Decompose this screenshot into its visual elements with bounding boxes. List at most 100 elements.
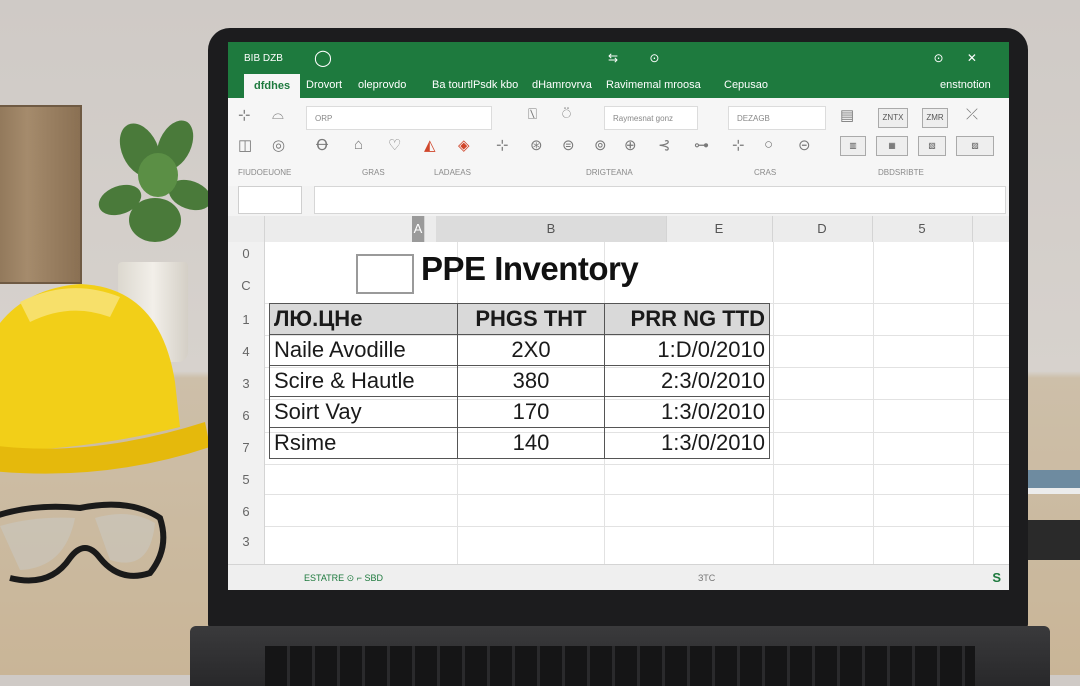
ppe-table: ЛЮ.ЦНе РНGS TНТ РRR NG ТТD Naile Avodill… [269,303,770,459]
group-label-cells: DBDSRIBTE [878,168,924,177]
cut-icon[interactable]: ⌓ [272,106,284,123]
format-painter-icon[interactable]: ◎ [272,136,285,154]
row-header[interactable]: 3 [228,376,264,391]
conditional-format-icon[interactable]: ⊝ [798,136,811,154]
table-icon[interactable]: ▤ [840,106,854,124]
title-bar-controls[interactable]: ⇆ ⊙ [608,51,673,65]
app-logo-icon: ◯ [314,50,332,67]
notebooks [1020,470,1080,560]
header-item[interactable]: ЛЮ.ЦНе [269,303,458,335]
cell-quantity[interactable]: 2X0 [457,334,605,366]
keyboard [265,646,975,686]
group-label-clipboard: FIUDOEUONE [238,168,292,177]
column-headers: A B E D 5 [228,216,1009,243]
formula-bar [228,186,1009,217]
column-header-d[interactable]: D [772,216,873,242]
status-text: ЗТС [698,573,716,583]
group-label-alignment: LADAEAS [434,168,471,177]
tab-4[interactable]: Ba tourtlPsdk kbo [432,79,518,91]
spreadsheet-grid[interactable]: PPE Inventory ЛЮ.ЦНе РНGS TНТ РRR NG ТТD… [228,242,1009,564]
tab-5[interactable]: dHamrovrva [532,79,592,91]
delete-button[interactable]: ▦ [876,136,908,156]
merge-icon[interactable]: ⊕ [624,136,637,154]
tab-account[interactable]: enstnotion [940,79,991,91]
sheet-tabs[interactable]: ESTATRE ⊙ ⌐ SВD [304,573,383,584]
tab-7[interactable]: Cepusao [724,79,768,91]
align-center-icon[interactable]: ⊛ [530,136,543,154]
row-header[interactable]: 1 [228,312,264,327]
decrease-decimal-icon[interactable]: ○ [764,136,773,153]
cell-date[interactable]: 1:3/0/2010 [604,396,770,428]
group-label-font: GRAS [362,168,385,177]
window-title: BIB DZB [244,53,283,64]
row-header[interactable]: 7 [228,440,264,455]
formula-input[interactable] [314,186,1006,214]
column-header-b[interactable]: B [436,216,667,242]
number-format-box[interactable]: DEZAGB [728,106,826,130]
row-header[interactable]: 4 [228,344,264,359]
tab-6[interactable]: Ravimemal mroosa [606,79,701,91]
tab-3[interactable]: oleprovdo [358,79,406,91]
row-header[interactable]: C [228,278,264,293]
cell-item[interactable]: Rsime [269,427,458,459]
cell-item[interactable]: Soirt Vay [269,396,458,428]
italic-icon[interactable]: ⌂ [354,136,363,153]
zoom-icon[interactable]: S [992,570,1001,585]
style-box[interactable]: Raymesnat gonz [604,106,698,130]
comma-icon[interactable]: ⊶ [694,136,709,154]
fill-color-icon[interactable]: ◭ [424,136,436,154]
sheet-title: PPE Inventory [421,250,639,287]
sort-icon[interactable]: ⤫ [966,106,978,123]
cell-quantity[interactable]: 380 [457,365,605,397]
title-cell-checkbox[interactable] [356,254,414,294]
row-header[interactable]: 6 [228,408,264,423]
ribbon-tabs: dfdhes Drovort oleprovdo Ba tourtlPsdk k… [228,74,1009,98]
cell-date[interactable]: 1:3/0/2010 [604,427,770,459]
select-all-corner[interactable] [228,216,265,242]
column-header-a[interactable]: A [412,216,425,242]
copy-icon[interactable]: ◫ [238,136,252,154]
table-row: Scire & Hautle 380 2:3/0/2010 [269,365,770,397]
editing-button[interactable]: ▨ [956,136,994,156]
format-button-1[interactable]: ZNTX [878,108,908,128]
window-controls[interactable]: ⊙ ✕ [934,51,987,65]
insert-button[interactable]: ▥ [840,136,866,156]
format-button-2[interactable]: ZMR [922,108,948,128]
tab-home[interactable]: dfdhes [244,74,301,98]
cell-quantity[interactable]: 140 [457,427,605,459]
paste-icon[interactable]: ⊹ [238,106,251,124]
font-size-up-icon[interactable]: ⍂ [528,106,537,123]
tab-2[interactable]: Drovort [306,79,342,91]
align-right-icon[interactable]: ⊜ [562,136,575,154]
table-row: Soirt Vay 170 1:3/0/2010 [269,396,770,428]
format-button[interactable]: ▧ [918,136,946,156]
header-date[interactable]: РRR NG ТТD [604,303,770,335]
align-left-icon[interactable]: ⊹ [496,136,509,154]
row-header[interactable]: 6 [228,504,264,519]
column-header-5[interactable]: 5 [872,216,973,242]
cell-date[interactable]: 1:D/0/2010 [604,334,770,366]
row-header[interactable]: 5 [228,472,264,487]
font-size-down-icon[interactable]: ⍥ [562,106,571,123]
safety-glasses-icon [0,501,167,584]
cell-date[interactable]: 2:3/0/2010 [604,365,770,397]
cell-item[interactable]: Naile Avodille [269,334,458,366]
row-header[interactable]: 3 [228,534,264,549]
font-color-icon[interactable]: ◈ [458,136,470,154]
row-headers: 0 C 1 4 3 6 7 5 6 3 [228,242,265,564]
cell-item[interactable]: Scire & Hautle [269,365,458,397]
cell-quantity[interactable]: 170 [457,396,605,428]
status-bar: ESTATRE ⊙ ⌐ SВD ЗТС S [228,564,1009,590]
bold-icon[interactable]: Ꝋ [316,136,328,154]
table-header-row: ЛЮ.ЦНе РНGS TНТ РRR NG ТТD [269,303,770,335]
name-box[interactable] [238,186,302,214]
wrap-icon[interactable]: ⊚ [594,136,607,154]
font-name-box[interactable]: ORP [306,106,492,130]
percent-icon[interactable]: ⊰ [658,136,671,154]
table-row: Rsime 140 1:3/0/2010 [269,427,770,459]
column-header-e[interactable]: E [666,216,773,242]
underline-icon[interactable]: ♡ [388,136,401,154]
row-header[interactable]: 0 [228,246,264,261]
increase-decimal-icon[interactable]: ⊹ [732,136,745,154]
header-quantity[interactable]: РНGS TНТ [457,303,605,335]
